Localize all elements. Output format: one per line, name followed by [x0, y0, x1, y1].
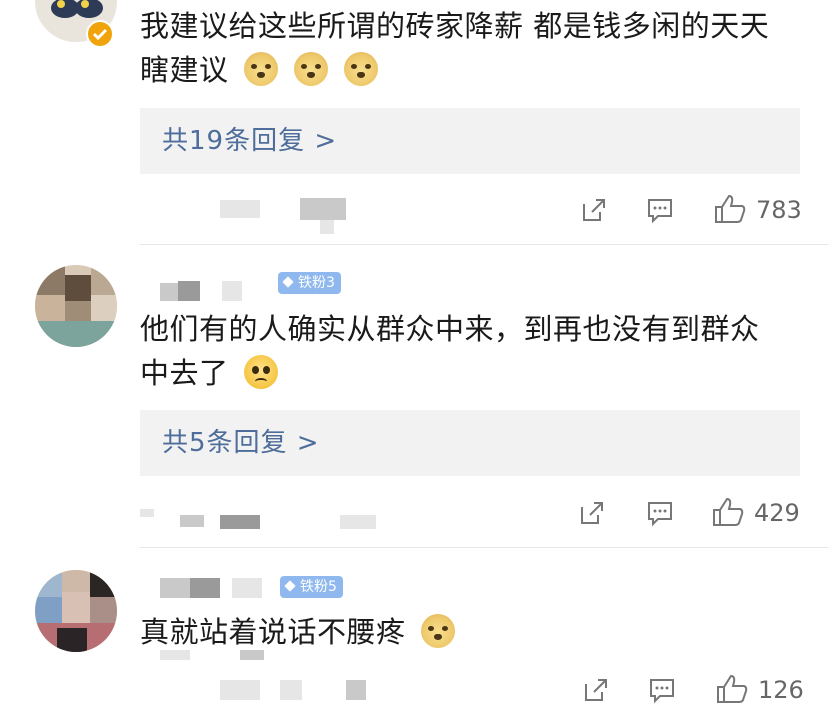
- redacted-timestamp: [220, 515, 260, 529]
- doge-emoji-icon: [421, 614, 456, 648]
- avatar-image: [35, 570, 117, 652]
- like-count: 126: [758, 676, 804, 704]
- comment-actions: 126: [0, 670, 828, 710]
- thumbs-up-icon[interactable]: [716, 674, 748, 704]
- comment-text: 他们有的人确实从群众中来，到再也没有到群众 中去了: [140, 307, 798, 395]
- verified-badge-icon: [86, 20, 114, 48]
- redacted-timestamp: [280, 680, 302, 700]
- replies-panel[interactable]: 共5条回复 >: [140, 410, 800, 476]
- comment-text-line: 中去了: [140, 356, 229, 390]
- like-count: 783: [756, 196, 802, 224]
- comment-text: 我建议给这些所谓的砖家降薪 都是钱多闲的天天 瞎建议: [140, 4, 798, 92]
- comment-item: 铁粉3 他们有的人确实从群众中来，到再也没有到群众 中去了 共5条回复 > 42…: [0, 245, 828, 545]
- doge-emoji-icon: [293, 52, 328, 86]
- badge-label: 铁粉5: [300, 579, 337, 595]
- redacted-content: [240, 650, 264, 660]
- redacted-content: [160, 650, 190, 660]
- redacted-timestamp: [140, 509, 154, 517]
- comment-text-line: 我建议给这些所谓的砖家降薪 都是钱多闲的天天: [140, 9, 770, 43]
- comment-actions: 429: [0, 493, 828, 533]
- comment-icon[interactable]: [646, 499, 674, 527]
- comment-text: 真就站着说话不腰疼: [140, 610, 798, 654]
- replies-panel[interactable]: 共19条回复 >: [140, 108, 800, 174]
- comment-actions: 783: [0, 190, 828, 234]
- redacted-timestamp: [220, 200, 260, 218]
- comment-text-line: 真就站着说话不腰疼: [140, 615, 406, 649]
- doge-emoji-icon: [343, 52, 378, 86]
- redacted-username: [232, 578, 262, 598]
- redacted-username: [222, 281, 242, 301]
- sad-emoji-icon: [244, 355, 279, 389]
- avatar[interactable]: [35, 570, 117, 652]
- comment-item: 铁粉5 真就站着说话不腰疼 126: [0, 548, 828, 704]
- avatar-image: [35, 265, 117, 347]
- fan-level-badge[interactable]: 铁粉5: [280, 576, 343, 598]
- comment-icon[interactable]: [646, 196, 674, 224]
- view-replies-link[interactable]: 共19条回复 >: [162, 108, 337, 174]
- view-replies-link[interactable]: 共5条回复 >: [162, 410, 320, 476]
- share-icon[interactable]: [578, 499, 606, 527]
- share-icon[interactable]: [582, 676, 610, 704]
- comment-item: 我建议给这些所谓的砖家降薪 都是钱多闲的天天 瞎建议 共19条回复 > 783: [0, 0, 828, 245]
- redacted-timestamp: [220, 680, 260, 700]
- redacted-timestamp: [340, 515, 376, 529]
- comment-text-line: 瞎建议: [140, 53, 229, 87]
- redacted-username: [178, 281, 200, 301]
- doge-emoji-icon: [244, 52, 279, 86]
- redacted-username: [190, 578, 220, 598]
- redacted-timestamp: [346, 680, 366, 700]
- avatar[interactable]: [35, 265, 117, 347]
- redacted-timestamp: [180, 515, 204, 527]
- share-icon[interactable]: [580, 196, 608, 224]
- fan-level-badge[interactable]: 铁粉3: [278, 272, 341, 294]
- redacted-timestamp: [300, 198, 346, 220]
- badge-label: 铁粉3: [298, 275, 335, 291]
- like-count: 429: [754, 499, 800, 527]
- comment-icon[interactable]: [648, 676, 676, 704]
- thumbs-up-icon[interactable]: [714, 194, 746, 224]
- comment-text-line: 他们有的人确实从群众中来，到再也没有到群众: [140, 312, 760, 346]
- thumbs-up-icon[interactable]: [712, 497, 744, 527]
- redacted-timestamp: [320, 220, 334, 234]
